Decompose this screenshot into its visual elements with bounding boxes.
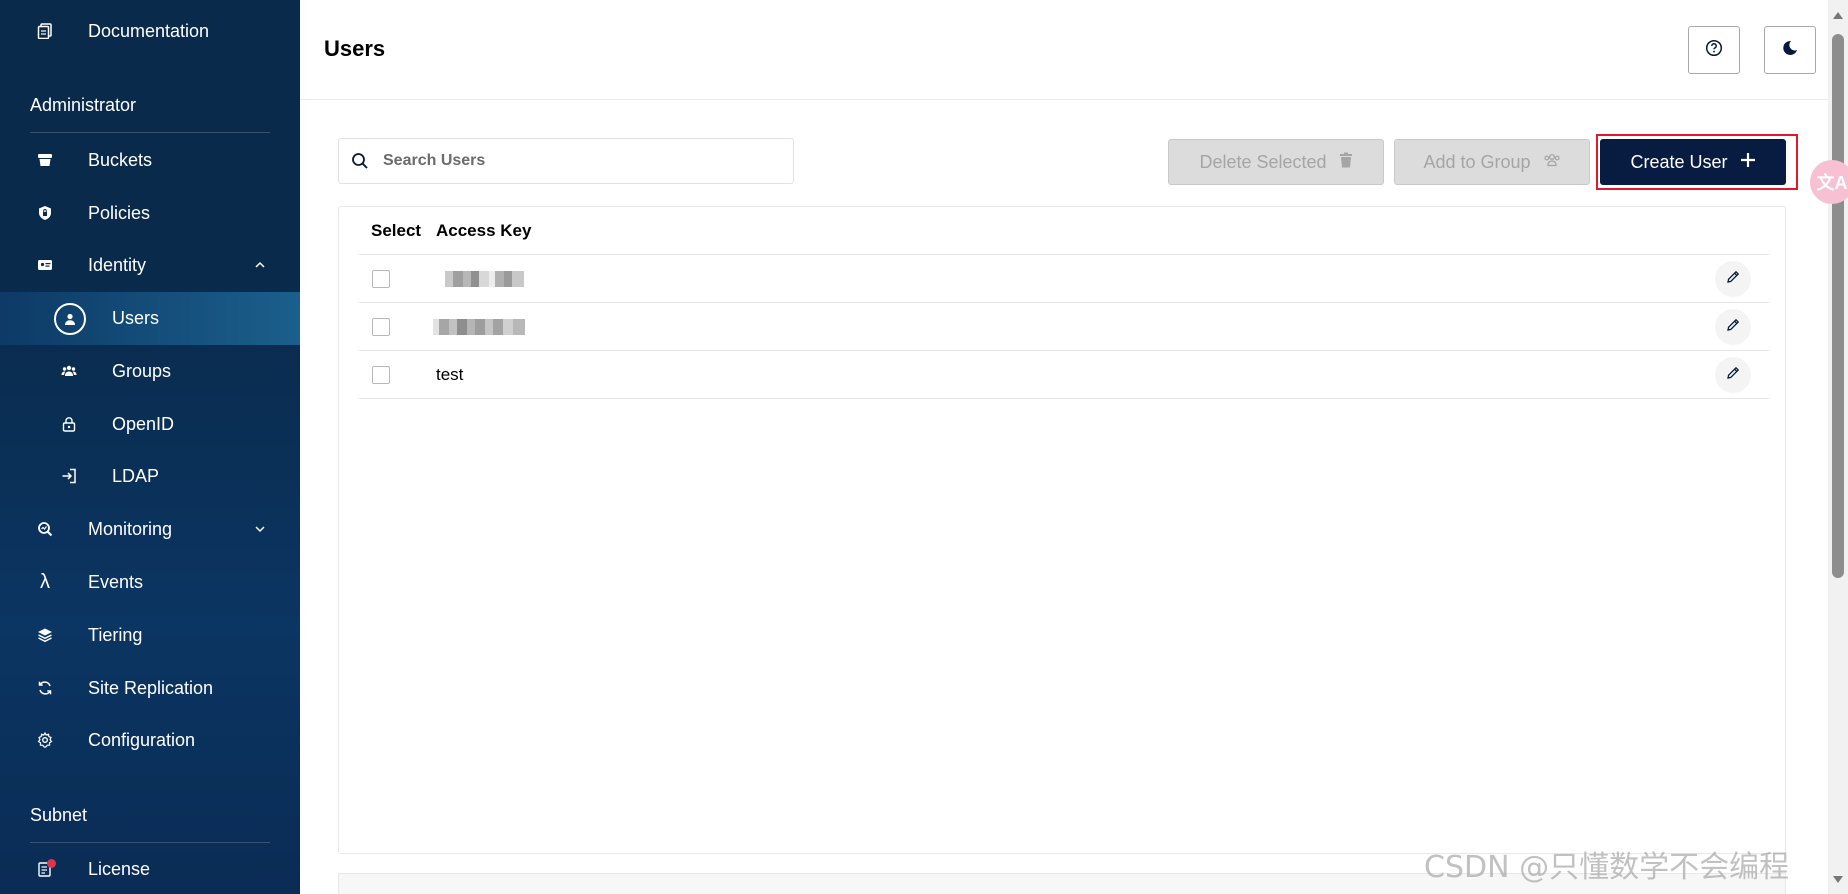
moon-icon bbox=[1781, 39, 1799, 62]
chevron-up-icon bbox=[252, 257, 268, 273]
translate-extension-icon[interactable]: 文A bbox=[1810, 160, 1848, 204]
edit-user-button[interactable] bbox=[1715, 309, 1751, 345]
lock-icon bbox=[58, 413, 80, 435]
gear-icon bbox=[34, 729, 56, 751]
login-icon bbox=[58, 465, 80, 487]
search-input[interactable] bbox=[383, 139, 783, 183]
table-row[interactable] bbox=[359, 255, 1769, 303]
sync-icon bbox=[34, 677, 56, 699]
documentation-icon bbox=[34, 20, 56, 42]
sidebar-item-label: Events bbox=[88, 571, 144, 592]
sidebar-item-label: Monitoring bbox=[88, 518, 173, 539]
groups-icon bbox=[58, 360, 80, 382]
sidebar-item-events[interactable]: λ Events bbox=[0, 556, 300, 608]
sidebar: Documentation Administrator Buckets Poli… bbox=[0, 0, 300, 894]
section-title-subnet: Subnet bbox=[30, 805, 88, 825]
page-scrollbar[interactable] bbox=[1828, 0, 1848, 894]
sidebar-item-identity[interactable]: Identity bbox=[0, 239, 300, 291]
sidebar-item-label: Tiering bbox=[88, 624, 143, 645]
sidebar-item-monitoring[interactable]: Monitoring bbox=[0, 503, 300, 555]
sidebar-item-label: Policies bbox=[88, 202, 151, 223]
access-key-cell: test bbox=[436, 365, 464, 384]
row-checkbox[interactable] bbox=[372, 366, 390, 384]
sidebar-item-license[interactable]: License bbox=[0, 843, 300, 894]
create-user-label: Create User bbox=[1630, 151, 1728, 172]
search-box bbox=[338, 138, 794, 184]
id-card-icon bbox=[34, 254, 56, 276]
layers-icon bbox=[34, 624, 56, 646]
delete-selected-button[interactable]: Delete Selected bbox=[1168, 139, 1384, 185]
plus-icon bbox=[1740, 152, 1756, 173]
shield-icon bbox=[34, 202, 56, 224]
help-button[interactable] bbox=[1688, 26, 1740, 74]
lambda-icon: λ bbox=[40, 570, 50, 593]
sidebar-item-openid[interactable]: OpenID bbox=[0, 398, 300, 450]
create-user-button[interactable]: Create User bbox=[1600, 139, 1786, 185]
sidebar-item-documentation[interactable]: Documentation bbox=[0, 5, 300, 57]
help-icon bbox=[1705, 39, 1723, 62]
section-title-administrator: Administrator bbox=[30, 95, 137, 115]
sidebar-item-users[interactable]: Users bbox=[0, 292, 300, 345]
column-header-select: Select bbox=[371, 221, 422, 240]
sidebar-item-configuration[interactable]: Configuration bbox=[0, 714, 300, 766]
delete-selected-label: Delete Selected bbox=[1199, 151, 1327, 172]
sidebar-item-policies[interactable]: Policies bbox=[0, 187, 300, 239]
pencil-icon bbox=[1725, 317, 1741, 338]
sidebar-item-groups[interactable]: Groups bbox=[0, 345, 300, 397]
sidebar-item-ldap[interactable]: LDAP bbox=[0, 450, 300, 502]
table-row[interactable]: test bbox=[359, 351, 1769, 399]
sidebar-item-site-replication[interactable]: Site Replication bbox=[0, 662, 300, 714]
sidebar-item-label: Site Replication bbox=[88, 677, 214, 698]
column-header-access-key: Access Key bbox=[436, 221, 532, 240]
users-table: Select Access Key test bbox=[338, 206, 1786, 854]
page-title: Users bbox=[324, 36, 386, 61]
sidebar-item-label: Buckets bbox=[88, 149, 153, 170]
scroll-thumb[interactable] bbox=[1832, 34, 1844, 578]
trash-icon bbox=[1339, 152, 1353, 173]
notification-dot bbox=[47, 859, 56, 868]
pagination-bar bbox=[338, 873, 1786, 894]
add-to-group-label: Add to Group bbox=[1423, 151, 1531, 172]
theme-toggle-button[interactable] bbox=[1764, 26, 1816, 74]
license-icon bbox=[34, 858, 56, 880]
sidebar-item-label: Groups bbox=[112, 360, 172, 381]
page-header: Users bbox=[300, 0, 1828, 100]
scroll-down-arrow-icon[interactable] bbox=[1833, 876, 1843, 883]
pencil-icon bbox=[1725, 269, 1741, 290]
bucket-icon bbox=[34, 149, 56, 171]
pencil-icon bbox=[1725, 365, 1741, 386]
monitoring-icon bbox=[34, 518, 56, 540]
scroll-up-arrow-icon[interactable] bbox=[1833, 12, 1843, 19]
sidebar-item-label: LDAP bbox=[112, 465, 160, 486]
edit-user-button[interactable] bbox=[1715, 357, 1751, 393]
groups-icon bbox=[1543, 152, 1561, 173]
chevron-down-icon bbox=[252, 521, 268, 537]
access-key-redacted bbox=[433, 319, 525, 335]
row-checkbox[interactable] bbox=[372, 318, 390, 336]
sidebar-item-tiering[interactable]: Tiering bbox=[0, 609, 300, 661]
sidebar-item-label: Identity bbox=[88, 254, 147, 275]
edit-user-button[interactable] bbox=[1715, 261, 1751, 297]
sidebar-item-label: Users bbox=[112, 308, 160, 328]
sidebar-item-label: License bbox=[88, 858, 151, 879]
table-row[interactable] bbox=[359, 303, 1769, 351]
access-key-redacted bbox=[445, 271, 524, 287]
row-checkbox[interactable] bbox=[372, 270, 390, 288]
user-icon bbox=[54, 302, 86, 335]
section-divider bbox=[30, 132, 270, 133]
sidebar-item-label: OpenID bbox=[112, 413, 175, 434]
sidebar-item-label: Configuration bbox=[88, 729, 196, 750]
search-icon bbox=[351, 152, 369, 175]
sidebar-item-label: Documentation bbox=[88, 20, 210, 41]
sidebar-item-buckets[interactable]: Buckets bbox=[0, 134, 300, 186]
add-to-group-button[interactable]: Add to Group bbox=[1394, 139, 1590, 185]
